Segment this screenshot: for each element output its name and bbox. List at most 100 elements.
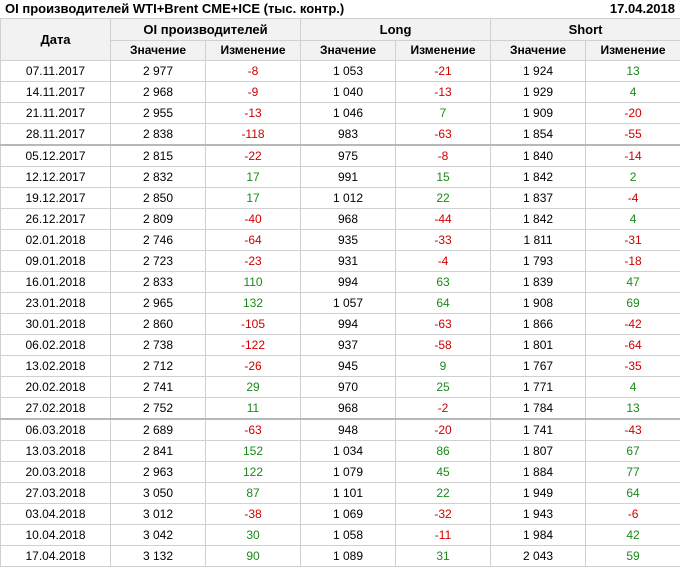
short-change-cell: 13 — [585, 60, 680, 82]
oi-value-cell: 3 132 — [110, 545, 206, 567]
long-change-cell: -4 — [395, 250, 492, 272]
long-value-cell: 994 — [300, 313, 397, 335]
table-row: 12.12.2017 2 832 17 991 15 1 842 2 — [0, 166, 680, 188]
table-row: 20.03.2018 2 963 122 1 079 45 1 884 77 — [0, 461, 680, 483]
short-change-cell: -6 — [585, 503, 680, 525]
short-value-cell: 1 842 — [490, 166, 587, 188]
oi-change-cell: 110 — [204, 271, 302, 293]
date-cell: 27.03.2018 — [0, 482, 111, 504]
date-cell: 10.04.2018 — [0, 524, 111, 546]
short-change-cell: -18 — [585, 250, 680, 272]
table-row: 27.03.2018 3 050 87 1 101 22 1 949 64 — [0, 482, 680, 504]
long-value-cell: 970 — [300, 376, 397, 398]
long-value-cell: 1 053 — [300, 60, 397, 82]
short-value-cell: 1 837 — [490, 187, 587, 209]
oi-value-cell: 2 850 — [110, 187, 206, 209]
table-row: 14.11.2017 2 968 -9 1 040 -13 1 929 4 — [0, 81, 680, 103]
oi-value-cell: 3 050 — [110, 482, 206, 504]
long-change-cell: 7 — [395, 102, 492, 124]
short-value-cell: 1 811 — [490, 229, 587, 251]
producers-oi-table: Дата OI производителей Long Short Значен… — [0, 18, 680, 567]
oi-change-cell: -105 — [204, 313, 302, 335]
table-row: 13.02.2018 2 712 -26 945 9 1 767 -35 — [0, 355, 680, 377]
date-cell: 28.11.2017 — [0, 123, 111, 146]
oi-change-cell: 11 — [204, 397, 302, 420]
oi-change-cell: -118 — [204, 123, 302, 146]
table-row: 10.04.2018 3 042 30 1 058 -11 1 984 42 — [0, 524, 680, 546]
long-change-cell: -63 — [395, 123, 492, 146]
oi-value-cell: 2 832 — [110, 166, 206, 188]
oi-value-cell: 2 746 — [110, 229, 206, 251]
table-row: 28.11.2017 2 838 -118 983 -63 1 854 -55 — [0, 123, 680, 146]
title-bar: OI производителей WTI+Brent CME+ICE (тыс… — [0, 0, 680, 18]
oi-value-cell: 2 838 — [110, 123, 206, 146]
short-value-cell: 1 839 — [490, 271, 587, 293]
header-row-groups: Дата OI производителей Long Short — [0, 18, 680, 61]
table-row: 23.01.2018 2 965 132 1 057 64 1 908 69 — [0, 292, 680, 314]
long-change-cell: 9 — [395, 355, 492, 377]
short-change-cell: -31 — [585, 229, 680, 251]
oi-change-cell: 29 — [204, 376, 302, 398]
long-value-cell: 1 040 — [300, 81, 397, 103]
long-change-cell: -11 — [395, 524, 492, 546]
long-value-cell: 1 034 — [300, 440, 397, 462]
oi-change-cell: 30 — [204, 524, 302, 546]
long-value-cell: 1 012 — [300, 187, 397, 209]
oi-value-cell: 2 712 — [110, 355, 206, 377]
short-value-cell: 2 043 — [490, 545, 587, 567]
short-value-cell: 1 866 — [490, 313, 587, 335]
table-row: 09.01.2018 2 723 -23 931 -4 1 793 -18 — [0, 250, 680, 272]
short-value-cell: 1 909 — [490, 102, 587, 124]
oi-value-cell: 2 860 — [110, 313, 206, 335]
long-value-cell: 968 — [300, 397, 397, 420]
table-row: 06.03.2018 2 689 -63 948 -20 1 741 -43 — [0, 418, 680, 441]
short-value-cell: 1 908 — [490, 292, 587, 314]
table-row: 20.02.2018 2 741 29 970 25 1 771 4 — [0, 376, 680, 398]
oi-value-cell: 2 689 — [110, 418, 206, 441]
column-header-short-value: Значение — [490, 40, 587, 61]
short-value-cell: 1 984 — [490, 524, 587, 546]
long-change-cell: 22 — [395, 482, 492, 504]
long-change-cell: -63 — [395, 313, 492, 335]
short-change-cell: -43 — [585, 418, 680, 441]
short-change-cell: -55 — [585, 123, 680, 146]
table-row: 07.11.2017 2 977 -8 1 053 -21 1 924 13 — [0, 60, 680, 82]
long-value-cell: 937 — [300, 334, 397, 356]
oi-change-cell: 152 — [204, 440, 302, 462]
long-change-cell: 22 — [395, 187, 492, 209]
table-header: Дата OI производителей Long Short Значен… — [0, 18, 680, 61]
long-change-cell: 64 — [395, 292, 492, 314]
short-change-cell: 47 — [585, 271, 680, 293]
date-cell: 19.12.2017 — [0, 187, 111, 209]
long-change-cell: 45 — [395, 461, 492, 483]
date-cell: 27.02.2018 — [0, 397, 111, 420]
table-row: 17.04.2018 3 132 90 1 089 31 2 043 59 — [0, 545, 680, 567]
long-change-cell: -33 — [395, 229, 492, 251]
short-value-cell: 1 924 — [490, 60, 587, 82]
oi-value-cell: 2 965 — [110, 292, 206, 314]
date-cell: 13.02.2018 — [0, 355, 111, 377]
short-change-cell: -20 — [585, 102, 680, 124]
short-value-cell: 1 884 — [490, 461, 587, 483]
oi-value-cell: 3 042 — [110, 524, 206, 546]
date-cell: 13.03.2018 — [0, 440, 111, 462]
short-change-cell: 4 — [585, 81, 680, 103]
long-change-cell: -8 — [395, 144, 492, 167]
oi-change-cell: -22 — [204, 144, 302, 167]
short-change-cell: 67 — [585, 440, 680, 462]
short-value-cell: 1 807 — [490, 440, 587, 462]
long-change-cell: -58 — [395, 334, 492, 356]
date-cell: 20.02.2018 — [0, 376, 111, 398]
oi-change-cell: -13 — [204, 102, 302, 124]
date-cell: 06.02.2018 — [0, 334, 111, 356]
short-value-cell: 1 949 — [490, 482, 587, 504]
report-date: 17.04.2018 — [609, 1, 675, 16]
long-value-cell: 1 058 — [300, 524, 397, 546]
oi-change-cell: 17 — [204, 166, 302, 188]
oi-change-cell: -40 — [204, 208, 302, 230]
oi-change-cell: 122 — [204, 461, 302, 483]
oi-value-cell: 2 841 — [110, 440, 206, 462]
table-row: 06.02.2018 2 738 -122 937 -58 1 801 -64 — [0, 334, 680, 356]
short-value-cell: 1 943 — [490, 503, 587, 525]
oi-value-cell: 2 977 — [110, 60, 206, 82]
